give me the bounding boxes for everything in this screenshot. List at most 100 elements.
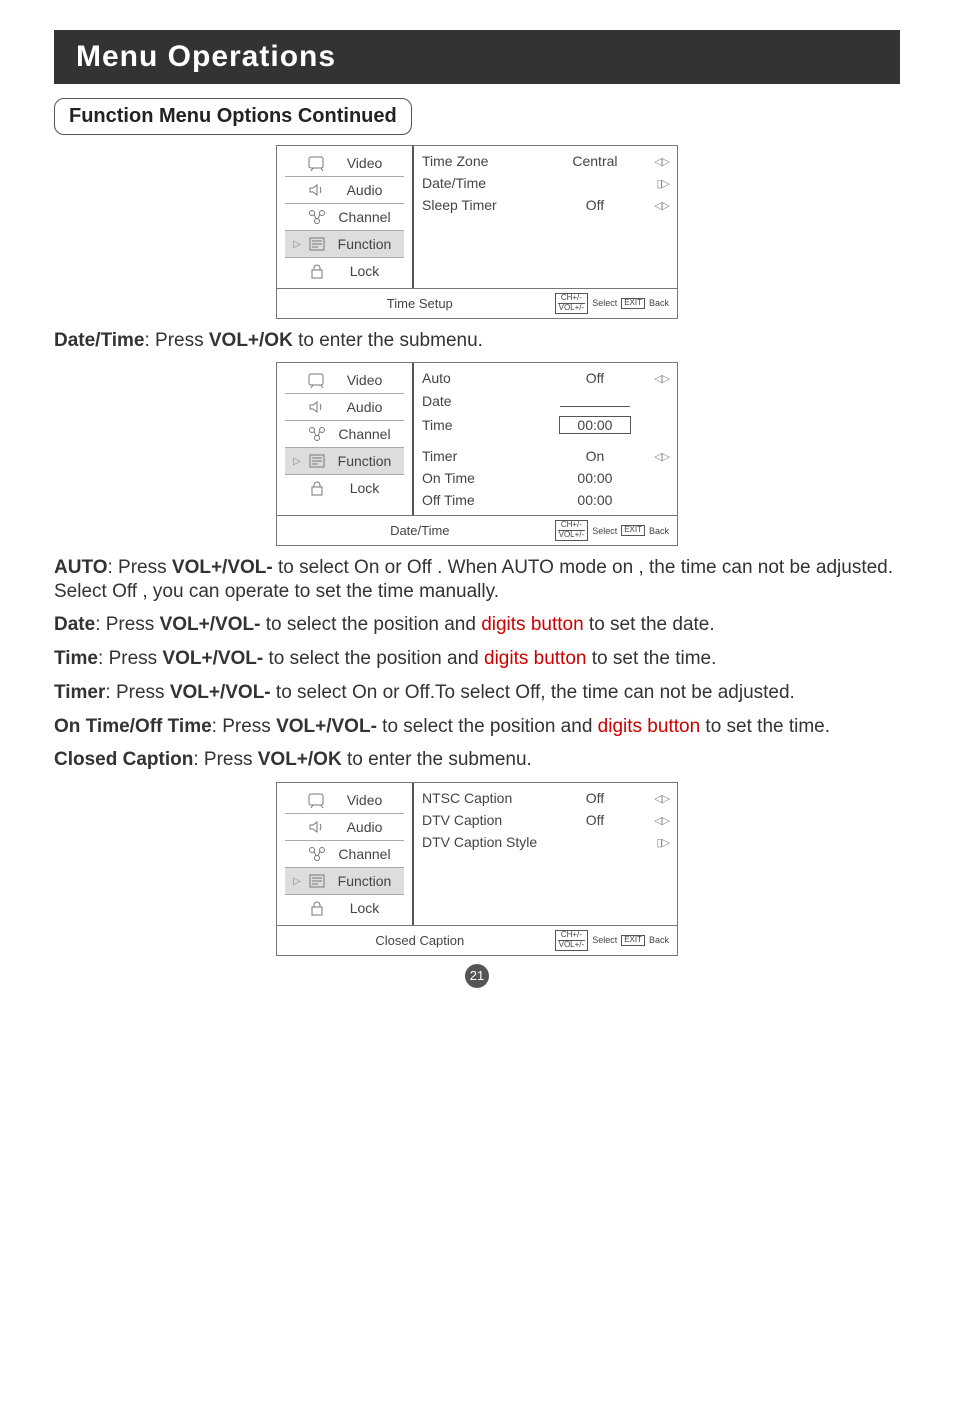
caret-right-icon: ▷: [293, 876, 301, 887]
lock-icon: [307, 899, 327, 917]
paragraph-closed-caption: Closed Caption: Press VOL+/OK to enter t…: [54, 748, 900, 772]
osd-row[interactable]: Date/Time ▯▷: [422, 172, 669, 194]
menu-item-audio[interactable]: Audio: [285, 177, 404, 204]
exit-hint-icon: EXIT: [621, 298, 645, 309]
row-label: Off Time: [422, 492, 547, 508]
channel-icon: [307, 845, 327, 863]
exit-hint-icon: EXIT: [621, 525, 645, 536]
lock-icon: [307, 262, 327, 280]
menu-label: Audio: [333, 399, 396, 415]
select-hint: Select: [592, 298, 617, 308]
osd-row[interactable]: Auto Off ◁▷: [422, 367, 669, 389]
menu-label: Channel: [333, 846, 396, 862]
paragraph-date: Date: Press VOL+/VOL- to select the posi…: [54, 613, 900, 637]
paragraph-on-off-time: On Time/Off Time: Press VOL+/VOL- to sel…: [54, 715, 900, 739]
osd-footer-title: Closed Caption: [285, 933, 555, 948]
osd-content: NTSC Caption Off ◁▷ DTV Caption Off ◁▷ D…: [414, 783, 677, 925]
audio-icon: [307, 181, 327, 199]
osd-row[interactable]: DTV Caption Off ◁▷: [422, 809, 669, 831]
lr-arrows-icon: ◁▷: [643, 792, 669, 805]
chvol-hint-icon: CH+/-VOL+/-: [555, 293, 589, 314]
menu-item-lock[interactable]: Lock: [285, 258, 404, 284]
osd-footer: Date/Time CH+/-VOL+/- Select EXIT Back: [277, 515, 677, 545]
row-label: On Time: [422, 470, 547, 486]
menu-item-audio[interactable]: Audio: [285, 814, 404, 841]
lr-arrows-icon: ◁▷: [643, 155, 669, 168]
menu-item-function[interactable]: ▷ Function: [285, 448, 404, 475]
menu-label: Lock: [333, 900, 396, 916]
menu-label: Channel: [333, 209, 396, 225]
page-number: 21: [54, 964, 900, 988]
back-hint: Back: [649, 526, 669, 536]
osd-closed-caption: Video Audio Channel ▷ Function: [276, 782, 678, 956]
osd-row[interactable]: NTSC Caption Off ◁▷: [422, 787, 669, 809]
menu-item-channel[interactable]: Channel: [285, 421, 404, 448]
menu-item-channel[interactable]: Channel: [285, 841, 404, 868]
row-value: Off: [547, 790, 643, 806]
lr-arrows-icon: ◁▷: [643, 372, 669, 385]
osd-row[interactable]: On Time 00:00: [422, 467, 669, 489]
section-heading: Function Menu Options Continued: [54, 98, 412, 135]
select-hint: Select: [592, 935, 617, 945]
menu-label: Video: [333, 372, 396, 388]
osd-menu-list: Video Audio Channel ▷ Function: [277, 783, 414, 925]
row-label: Sleep Timer: [422, 197, 547, 213]
osd-menu-list: Video Audio Channel ▷ Function: [277, 363, 414, 515]
osd-footer-title: Date/Time: [285, 523, 555, 538]
function-icon: [307, 452, 327, 470]
audio-icon: [307, 398, 327, 416]
menu-label: Video: [333, 792, 396, 808]
row-value: 00:00: [547, 492, 643, 508]
row-value: On: [547, 448, 643, 464]
video-icon: [307, 791, 327, 809]
lr-arrows-icon: ◁▷: [643, 814, 669, 827]
osd-row[interactable]: Date: [422, 389, 669, 413]
menu-item-function[interactable]: ▷ Function: [285, 868, 404, 895]
caret-right-icon: ▷: [293, 239, 301, 250]
menu-item-audio[interactable]: Audio: [285, 394, 404, 421]
menu-label: Channel: [333, 426, 396, 442]
menu-item-video[interactable]: Video: [285, 787, 404, 814]
menu-item-lock[interactable]: Lock: [285, 475, 404, 501]
select-hint: Select: [592, 526, 617, 536]
osd-menu-list: Video Audio Channel ▷: [277, 146, 414, 288]
paragraph-auto: AUTO: Press VOL+/VOL- to select On or Of…: [54, 556, 900, 604]
row-label: Auto: [422, 370, 547, 386]
osd-row[interactable]: Time 00:00: [422, 413, 669, 437]
footer-hints: CH+/-VOL+/- Select EXIT Back: [555, 293, 669, 314]
paragraph-time: Time: Press VOL+/VOL- to select the posi…: [54, 647, 900, 671]
osd-row[interactable]: Timer On ◁▷: [422, 445, 669, 467]
menu-item-video[interactable]: Video: [285, 150, 404, 177]
row-value: Off: [547, 370, 643, 386]
menu-label: Audio: [333, 819, 396, 835]
menu-item-channel[interactable]: Channel: [285, 204, 404, 231]
chvol-hint-icon: CH+/-VOL+/-: [555, 930, 589, 951]
osd-row[interactable]: Sleep Timer Off ◁▷: [422, 194, 669, 216]
function-icon: [307, 235, 327, 253]
osd-row[interactable]: Time Zone Central ◁▷: [422, 150, 669, 172]
menu-label: Lock: [333, 480, 396, 496]
row-label: Time: [422, 417, 547, 433]
paragraph-timer: Timer: Press VOL+/VOL- to select On or O…: [54, 681, 900, 705]
osd-row[interactable]: DTV Caption Style ▯▷: [422, 831, 669, 853]
exit-hint-icon: EXIT: [621, 935, 645, 946]
row-value: Central: [547, 153, 643, 169]
row-label: Date/Time: [422, 175, 547, 191]
audio-icon: [307, 818, 327, 836]
menu-item-video[interactable]: Video: [285, 367, 404, 394]
row-value: Off: [547, 812, 643, 828]
row-value: [547, 392, 643, 410]
row-value: Off: [547, 197, 643, 213]
menu-item-function[interactable]: ▷ Function: [285, 231, 404, 258]
row-label: Time Zone: [422, 153, 547, 169]
row-label: Timer: [422, 448, 547, 464]
menu-label: Function: [333, 236, 396, 252]
osd-row[interactable]: Off Time 00:00: [422, 489, 669, 511]
video-icon: [307, 154, 327, 172]
channel-icon: [307, 208, 327, 226]
menu-item-lock[interactable]: Lock: [285, 895, 404, 921]
video-icon: [307, 371, 327, 389]
menu-label: Lock: [333, 263, 396, 279]
caret-right-icon: ▷: [293, 456, 301, 467]
chvol-hint-icon: CH+/-VOL+/-: [555, 520, 589, 541]
